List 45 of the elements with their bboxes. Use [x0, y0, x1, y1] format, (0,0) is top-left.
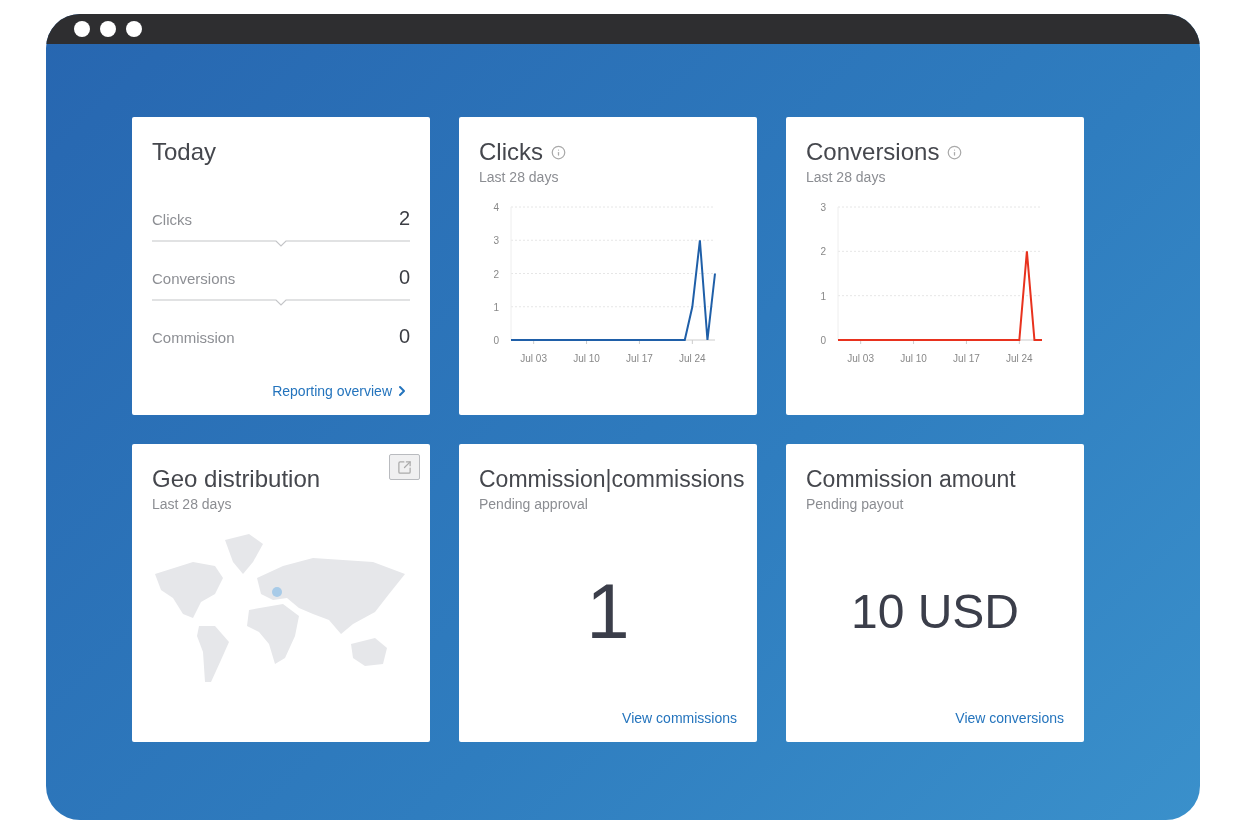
card-subtitle: Last 28 days: [806, 169, 887, 185]
axis-label: 0: [820, 335, 826, 346]
axis-label: 3: [493, 235, 499, 247]
stat-value: 1: [585, 565, 631, 657]
axis-label: 1: [820, 290, 826, 302]
card-title: Clicks: [479, 137, 543, 167]
info-icon[interactable]: [551, 144, 566, 160]
axis-label: Jul 10: [573, 353, 600, 364]
axis-label: 2: [820, 246, 826, 258]
axis-label: 4: [493, 202, 499, 213]
metric-value: 0: [398, 266, 410, 289]
card-subtitle: Pending approval: [479, 496, 589, 512]
card-subtitle: Pending payout: [806, 496, 905, 512]
stat-value: 10 USD: [849, 583, 1021, 640]
axis-label: Jul 03: [847, 353, 874, 364]
info-icon[interactable]: [947, 144, 963, 160]
view-link[interactable]: View commissions: [622, 710, 737, 726]
reporting-link[interactable]: Reporting overview: [272, 383, 410, 399]
axis-label: Jul 17: [953, 353, 980, 364]
card-subtitle: Last 28 days: [479, 169, 560, 185]
axis-label: Jul 10: [900, 353, 927, 364]
metric-label: Clicks: [152, 211, 192, 228]
axis-label: Jul 24: [679, 353, 706, 364]
axis-label: Jul 03: [520, 353, 547, 364]
metric-label: Commission: [152, 329, 235, 346]
axis-label: 0: [493, 335, 499, 346]
card-title: Conversions: [806, 137, 940, 167]
card-title: Commission|commissions: [479, 465, 745, 494]
card-title: Today: [152, 137, 217, 167]
open-external-button[interactable]: [389, 454, 420, 480]
axis-label: 3: [820, 202, 826, 213]
axis-label: Jul 17: [626, 353, 653, 364]
axis-label: 1: [493, 301, 499, 313]
external-link-icon: [397, 459, 412, 475]
metric-value: 0: [398, 325, 410, 348]
metric-value: 2: [398, 207, 410, 230]
view-link[interactable]: View conversions: [955, 710, 1064, 726]
card-subtitle: Last 28 days: [152, 496, 233, 512]
axis-label: 2: [493, 268, 499, 280]
window-dots-icon: [74, 21, 142, 37]
metric-label: Conversions: [152, 270, 236, 287]
axis-label: Jul 24: [1006, 353, 1033, 364]
map-marker: [272, 587, 282, 597]
card-title: Commission amount: [806, 465, 1016, 494]
card-title: Geo distribution: [152, 464, 321, 494]
